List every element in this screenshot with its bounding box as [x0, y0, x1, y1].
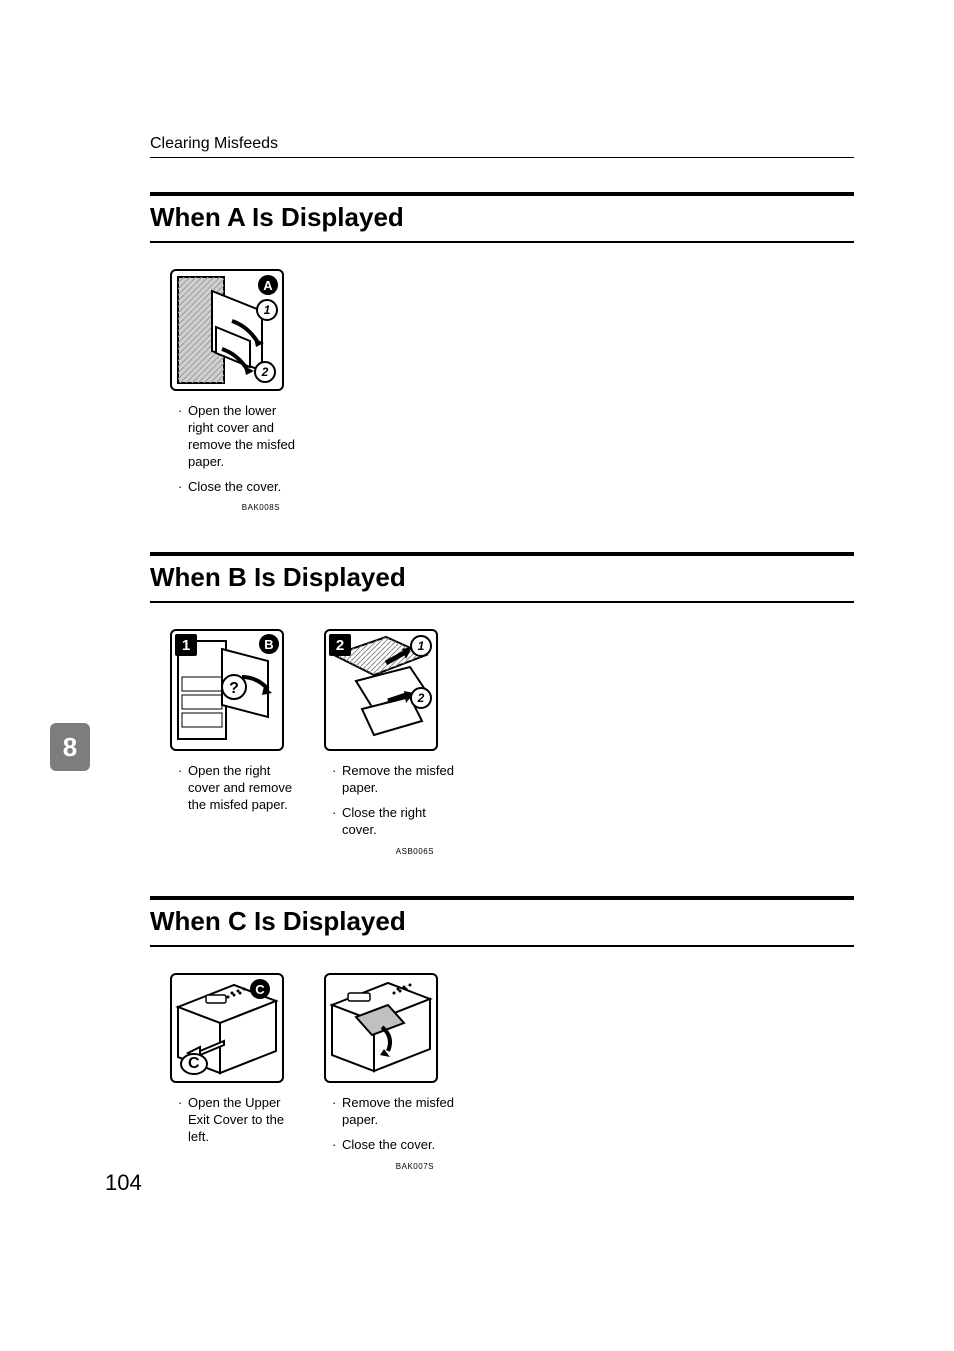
- caption-list-b1: ·Open the right cover and remove the mis…: [170, 763, 300, 814]
- figure-code: BAK007S: [324, 1162, 434, 1171]
- caption-list-a: ·Open the lower right cover and remove t…: [170, 403, 300, 495]
- caption-list-b2: ·Remove the misfed paper. ·Close the rig…: [324, 763, 454, 839]
- illustration-b2: 2 1 2: [324, 629, 438, 751]
- section-b-heading: When B Is Displayed: [150, 552, 854, 603]
- caption-text: Open the Upper Exit Cover to the left.: [188, 1095, 300, 1146]
- caption-text: Remove the misfed paper.: [342, 1095, 454, 1129]
- section-a-body: A 1 2 ·Open the lower right cover and re…: [150, 243, 854, 552]
- section-c-body: C C ·Open the Upper Exit Cover to the le…: [150, 947, 854, 1211]
- caption-list-c1: ·Open the Upper Exit Cover to the left.: [170, 1095, 300, 1146]
- page-number: 104: [105, 1170, 142, 1196]
- section-c-heading: When C Is Displayed: [150, 896, 854, 947]
- caption-text: Close the right cover.: [342, 805, 454, 839]
- badge-letter-c-box: C: [180, 1053, 208, 1075]
- badge-letter-c-circle: C: [250, 979, 270, 999]
- section-a-heading: When A Is Displayed: [150, 192, 854, 243]
- figure-code: ASB006S: [324, 847, 434, 856]
- caption-text: Remove the misfed paper.: [342, 763, 454, 797]
- figure-code: BAK008S: [170, 503, 280, 512]
- step-2-badge: 2: [254, 361, 276, 383]
- illustration-c1: C C: [170, 973, 284, 1083]
- badge-letter-a: A: [258, 275, 278, 295]
- caption-list-c2: ·Remove the misfed paper. ·Close the cov…: [324, 1095, 454, 1154]
- illustration-c2: [324, 973, 438, 1083]
- manual-page: 8 Clearing Misfeeds When A Is Displayed …: [0, 0, 954, 1351]
- caption-text: Close the cover.: [342, 1137, 435, 1154]
- caption-text: Close the cover.: [188, 479, 281, 496]
- illustration-b1: ? 1 B: [170, 629, 284, 751]
- caption-text: Open the right cover and remove the misf…: [188, 763, 300, 814]
- caption-text: Open the lower right cover and remove th…: [188, 403, 300, 471]
- illustration-a: A 1 2: [170, 269, 284, 391]
- chapter-tab: 8: [50, 723, 90, 771]
- svg-text:?: ?: [229, 680, 239, 697]
- header-rule: [150, 157, 854, 158]
- running-head: Clearing Misfeeds: [150, 135, 854, 153]
- panel-number-2: 2: [329, 634, 351, 656]
- step-1-badge: 1: [256, 299, 278, 321]
- section-b-body: ? 1 B ·Open the right cover and remove t…: [150, 603, 854, 896]
- panel-number-1: 1: [175, 634, 197, 656]
